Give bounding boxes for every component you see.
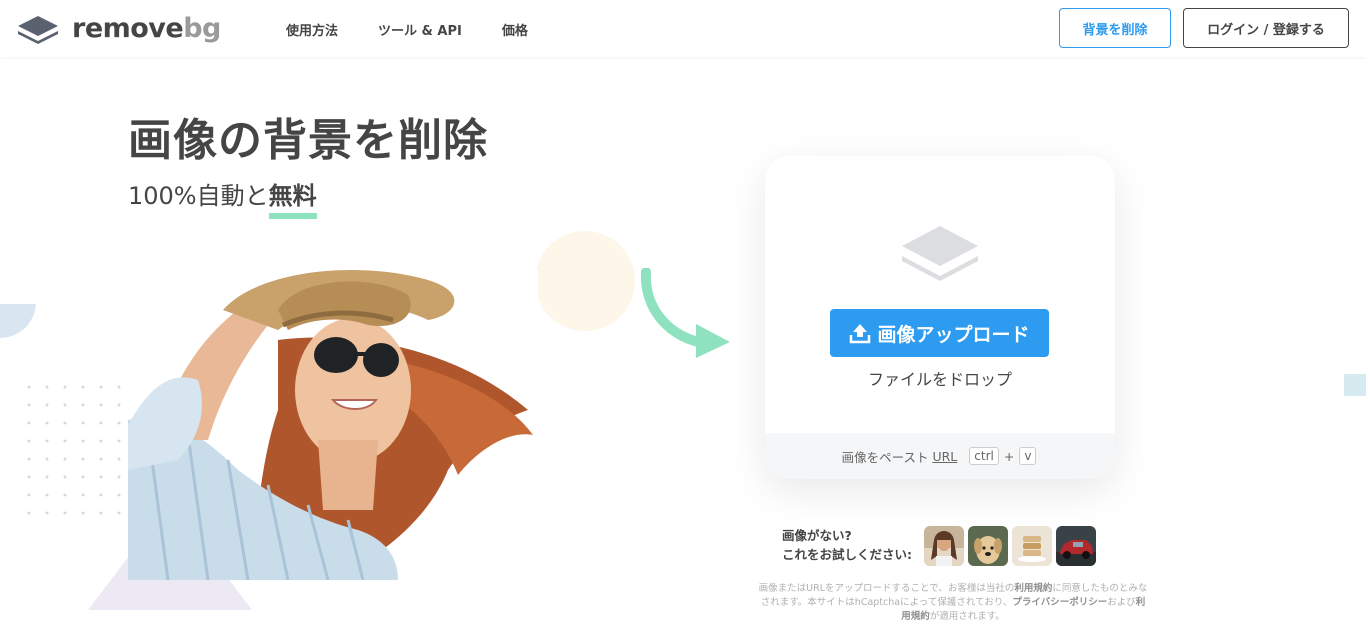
paste-footer: 画像をペースト URL ctrl + v [765, 433, 1115, 479]
sample-dog-thumbnail[interactable] [968, 526, 1008, 566]
page-title: 画像の背景を削除 [128, 115, 488, 166]
terms-link-1[interactable]: 利用規約 [1014, 583, 1052, 594]
nav-tools-api[interactable]: ツール & API [378, 20, 462, 39]
upload-button-label: 画像アップロード [877, 323, 1030, 346]
drop-file-text: ファイルをドロップ [867, 370, 1012, 389]
key-v: v [1019, 447, 1037, 465]
samples-prompt: 画像がない? これをお試しください: [782, 526, 912, 564]
samples-line-1: 画像がない? [782, 528, 852, 543]
logo[interactable]: removebg [16, 12, 221, 46]
nav-pricing[interactable]: 価格 [502, 20, 528, 39]
sample-thumbnails [924, 526, 1096, 566]
legal-text-4: が適用されます。 [929, 611, 1005, 622]
header: removebg 使用方法 ツール & API 価格 背景を削除 ログイン / … [0, 0, 1366, 57]
sample-food-thumbnail[interactable] [1012, 526, 1052, 566]
subtitle-free: 無料 [268, 176, 317, 219]
legal-text-1: 画像またはURLをアップロードすることで、お客様は当社の [758, 583, 1015, 594]
paste-label: 画像をペースト [841, 449, 929, 465]
hero-photo-woman [128, 270, 538, 580]
sample-woman-thumbnail[interactable] [924, 526, 964, 566]
layers-logo-icon [18, 16, 58, 44]
decorative-circle [535, 231, 635, 331]
legal-text-3: および [1107, 597, 1136, 608]
subtitle-prefix: 100%自動と [128, 182, 269, 210]
page-subtitle: 100%自動と無料 [128, 176, 317, 219]
legal-notice: 画像またはURLをアップロードすることで、お客様は当社の利用規約に同意したものと… [758, 582, 1148, 624]
upload-icon [850, 324, 871, 344]
key-ctrl: ctrl [969, 447, 999, 465]
privacy-policy-link[interactable]: プライバシーポリシー [1012, 597, 1107, 608]
main-nav: 使用方法 ツール & API 価格 [286, 20, 568, 39]
decorative-square [1344, 374, 1366, 396]
samples-line-2: これをお試しください: [782, 547, 912, 562]
paste-url-link[interactable]: URL [932, 449, 957, 464]
logo-text-accent: bg [183, 13, 221, 44]
sample-car-thumbnail[interactable] [1056, 526, 1096, 566]
upload-card[interactable]: 画像アップロード ファイルをドロップ 画像をペースト URL ctrl + v [765, 156, 1115, 479]
login-signup-button[interactable]: ログイン / 登録する [1183, 8, 1349, 48]
decorative-semicircle [0, 304, 36, 338]
remove-background-button[interactable]: 背景を削除 [1059, 8, 1171, 48]
key-plus: + [1003, 448, 1015, 464]
curved-arrow-icon [640, 268, 730, 358]
logo-text-main: remove [72, 13, 184, 44]
upload-image-button[interactable]: 画像アップロード [830, 309, 1049, 357]
nav-how-to-use[interactable]: 使用方法 [286, 20, 338, 39]
layers-placeholder-icon [902, 226, 978, 281]
